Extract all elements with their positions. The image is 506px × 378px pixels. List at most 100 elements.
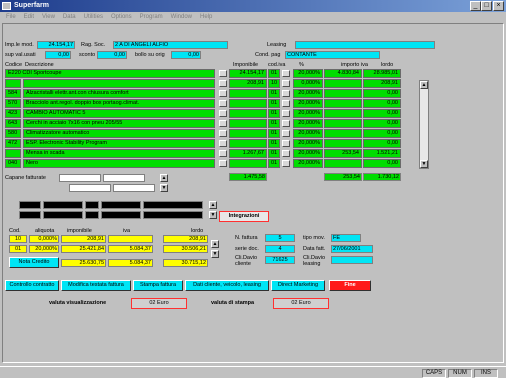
cell-imponibile[interactable] — [229, 159, 267, 168]
row-checkbox[interactable] — [219, 160, 227, 167]
sup-field[interactable]: 0,00 — [45, 51, 71, 59]
black-field[interactable] — [43, 211, 83, 219]
table-row[interactable]: 584 Alzacristalli elettr.ant.con chiusur… — [5, 89, 415, 98]
menu-help[interactable]: Help — [200, 12, 212, 22]
iva-aliquota[interactable]: 20,000% — [29, 245, 59, 253]
cell-pct[interactable]: 20,000% — [293, 109, 323, 118]
row-checkbox[interactable] — [219, 140, 227, 147]
stampa-fattura-button[interactable]: Stampa fattura — [133, 280, 183, 291]
black-field[interactable] — [43, 201, 83, 209]
cell-pct[interactable]: 20,000% — [293, 89, 323, 98]
cell-codice[interactable]: 570 — [5, 99, 21, 108]
iva-imponibile[interactable]: 208,91 — [61, 235, 106, 243]
row-checkbox[interactable] — [219, 120, 227, 127]
nota-credito-button[interactable]: Nota Credito — [9, 257, 59, 268]
table-row[interactable]: Mensa in scada 1.267,67 01 20,000% 253,5… — [5, 149, 415, 158]
iva-aliquota[interactable]: 0,000% — [29, 235, 59, 243]
capane-field[interactable] — [103, 174, 145, 182]
row-checkbox[interactable] — [282, 140, 290, 147]
cell-codice[interactable] — [5, 79, 21, 88]
iva-lordo[interactable]: 208,91 — [163, 235, 208, 243]
black-up-icon[interactable]: ▲ — [209, 201, 217, 209]
cell-lordo[interactable]: 0,00 — [363, 89, 401, 98]
cell-codice[interactable]: 584 — [5, 89, 21, 98]
cell-iva[interactable] — [324, 159, 362, 168]
cell-iva[interactable] — [324, 129, 362, 138]
cell-codiva[interactable]: 01 — [268, 69, 280, 78]
table-row[interactable]: E220 CDI Sportcoupe 24.154,17 01 20,000%… — [5, 69, 415, 78]
iva-lordo[interactable]: 30.506,21 — [163, 245, 208, 253]
row-checkbox[interactable] — [282, 110, 290, 117]
minimize-button[interactable]: _ — [470, 1, 481, 11]
nfatt-field[interactable]: 5 — [265, 234, 295, 242]
cell-lordo[interactable]: 0,00 — [363, 159, 401, 168]
cell-pct[interactable]: 20,000% — [293, 139, 323, 148]
cell-iva[interactable] — [324, 119, 362, 128]
cell-descrizione[interactable] — [23, 79, 215, 88]
cell-iva[interactable] — [324, 89, 362, 98]
cell-imponibile[interactable] — [229, 129, 267, 138]
table-scrollbar[interactable] — [419, 80, 429, 169]
cell-codice[interactable]: 580 — [5, 129, 21, 138]
table-row[interactable]: 643 Cerchi in acciaio 7x16 con pneu 205/… — [5, 119, 415, 128]
cld-cliente-field[interactable]: 71625 — [265, 256, 295, 264]
serie-field[interactable]: 4 — [265, 245, 295, 253]
cell-iva[interactable]: 4.830,84 — [324, 69, 362, 78]
cell-iva[interactable]: 253,54 — [324, 149, 362, 158]
cell-iva[interactable] — [324, 99, 362, 108]
cell-imponibile[interactable] — [229, 139, 267, 148]
modifica-testata-button[interactable]: Modifica testata fattura — [61, 280, 131, 291]
cell-descrizione[interactable]: Nero — [23, 159, 215, 168]
cell-pct[interactable]: 0,000% — [293, 79, 323, 88]
cell-imponibile[interactable] — [229, 109, 267, 118]
cell-codiva[interactable]: 01 — [268, 129, 280, 138]
tipo-field[interactable]: FE — [331, 234, 361, 242]
cell-imponibile[interactable]: 1.267,67 — [229, 149, 267, 158]
cell-codice[interactable] — [5, 149, 21, 158]
black-field[interactable] — [143, 201, 203, 209]
cell-imponibile[interactable] — [229, 89, 267, 98]
table-row[interactable]: 472 ESP. Electronic Stability Program 01… — [5, 139, 415, 148]
rag-field[interactable]: 2 A DI ANGELI ALFIO — [113, 41, 228, 49]
cell-codiva[interactable]: 10 — [268, 79, 280, 88]
cell-pct[interactable]: 20,000% — [293, 159, 323, 168]
close-button[interactable]: × — [493, 1, 504, 11]
black-field[interactable] — [19, 201, 41, 209]
cell-lordo[interactable]: 0,00 — [363, 119, 401, 128]
cell-descrizione[interactable]: CAMBIO AUTOMATIC 5 — [23, 109, 215, 118]
black-field[interactable] — [143, 211, 203, 219]
capane-field[interactable] — [59, 174, 101, 182]
row-checkbox[interactable] — [219, 70, 227, 77]
capane-up-icon[interactable]: ▲ — [160, 174, 168, 182]
cell-lordo[interactable]: 28.985,01 — [363, 69, 401, 78]
cell-lordo[interactable]: 0,00 — [363, 139, 401, 148]
cell-codiva[interactable]: 01 — [268, 109, 280, 118]
row-checkbox[interactable] — [282, 150, 290, 157]
cell-codiva[interactable]: 01 — [268, 149, 280, 158]
cell-codiva[interactable]: 01 — [268, 119, 280, 128]
row-checkbox[interactable] — [219, 80, 227, 87]
cell-imponibile[interactable] — [229, 99, 267, 108]
iva-cod[interactable]: 10 — [9, 235, 27, 243]
menu-program[interactable]: Program — [140, 12, 163, 22]
sconto-field[interactable]: 0,00 — [97, 51, 127, 59]
table-row[interactable]: 423 CAMBIO AUTOMATIC 5 01 20,000% 0,00 — [5, 109, 415, 118]
capane-field[interactable] — [69, 184, 111, 192]
table-row[interactable]: 208,91 10 0,000% 208,91 — [5, 79, 415, 88]
row-checkbox[interactable] — [219, 110, 227, 117]
row-checkbox[interactable] — [282, 120, 290, 127]
table-row[interactable]: 580 Climatizzatore automatico 01 20,000%… — [5, 129, 415, 138]
cld-leasing-field[interactable] — [331, 256, 373, 264]
cell-codice[interactable]: 472 — [5, 139, 21, 148]
row-checkbox[interactable] — [219, 90, 227, 97]
cell-codiva[interactable]: 01 — [268, 99, 280, 108]
leasing-field[interactable] — [295, 41, 435, 49]
cell-pct[interactable]: 20,000% — [293, 119, 323, 128]
scroll-down-icon[interactable]: ▼ — [420, 160, 428, 168]
menu-window[interactable]: Window — [171, 12, 192, 22]
data-field[interactable]: 27/06/2001 — [331, 245, 373, 253]
cell-descrizione[interactable]: Climatizzatore automatico — [23, 129, 215, 138]
cell-iva[interactable] — [324, 139, 362, 148]
black-field[interactable] — [85, 201, 99, 209]
row-checkbox[interactable] — [219, 100, 227, 107]
